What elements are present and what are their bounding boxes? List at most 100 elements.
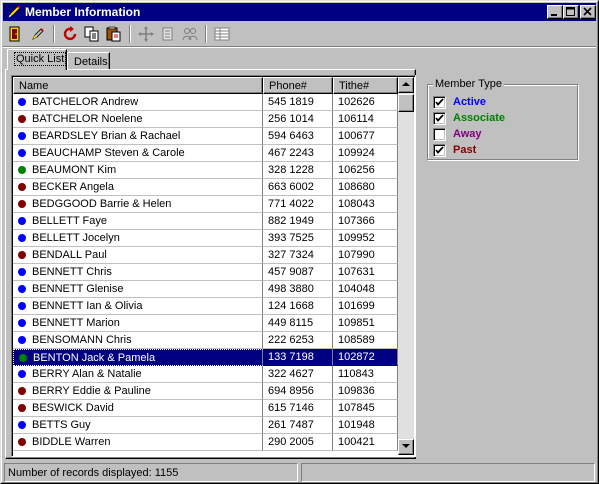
table-row[interactable]: BELLETT Jocelyn 393 7525 109952: [13, 230, 398, 247]
member-name: BETTS Guy: [32, 419, 91, 431]
cell-name: BEAUMONT Kim: [13, 162, 263, 179]
column-header-name[interactable]: Name: [13, 77, 263, 94]
column-header-phone[interactable]: Phone#: [263, 77, 333, 94]
grid-header: Name Phone# Tithe#: [13, 77, 398, 94]
cell-name: BEARDSLEY Brian & Rachael: [13, 128, 263, 145]
table-row[interactable]: BENTON Jack & Pamela 133 7198 102872: [13, 349, 398, 366]
member-type-label: Associate: [453, 112, 505, 124]
title-bar[interactable]: Member Information: [3, 3, 596, 21]
paste-icon: [106, 26, 121, 42]
member-name: BATCHELOR Andrew: [32, 96, 139, 108]
table-row[interactable]: BELLETT Faye 882 1949 107366: [13, 213, 398, 230]
cell-tithe: 107631: [333, 264, 398, 281]
cell-tithe: 107990: [333, 247, 398, 264]
minimize-button[interactable]: [547, 5, 563, 19]
cell-tithe: 106114: [333, 111, 398, 128]
member-name: BENNETT Ian & Olivia: [32, 300, 143, 312]
refresh-button[interactable]: [59, 23, 81, 45]
table-row[interactable]: BENNETT Ian & Olivia 124 1668 101699: [13, 298, 398, 315]
maximize-button[interactable]: [563, 5, 579, 19]
scroll-down-button[interactable]: [398, 439, 414, 455]
table-row[interactable]: BEDGGOOD Barrie & Helen 771 4022 108043: [13, 196, 398, 213]
member-type-dot-icon: [18, 149, 26, 157]
table-row[interactable]: BERRY Eddie & Pauline 694 8956 109836: [13, 383, 398, 400]
checkbox[interactable]: [433, 112, 446, 125]
paste-button[interactable]: [103, 23, 125, 45]
grid-icon: [214, 27, 230, 41]
close-button[interactable]: [580, 5, 596, 19]
table-row[interactable]: BECKER Angela 663 6002 108680: [13, 179, 398, 196]
tab-quick-list[interactable]: Quick List: [7, 49, 67, 70]
cell-tithe: 100421: [333, 434, 398, 451]
grid-body: BATCHELOR Andrew 545 1819 102626 BATCHELOR …: [13, 94, 398, 456]
member-list-grid[interactable]: Name Phone# Tithe# BATCHELOR Andrew 545 1…: [11, 75, 416, 457]
member-type-dot-icon: [18, 387, 26, 395]
cell-tithe: 107366: [333, 213, 398, 230]
member-type-dot-icon: [19, 354, 27, 362]
edit-pen-icon: [32, 28, 44, 40]
member-name: BENSOMANN Chris: [32, 334, 132, 346]
checkbox[interactable]: [433, 128, 446, 141]
toolbar: [3, 22, 596, 46]
table-row[interactable]: BENNETT Marion 449 8115 109851: [13, 315, 398, 332]
table-row[interactable]: BEAUCHAMP Steven & Carole 467 2243 109924: [13, 145, 398, 162]
scroll-up-button[interactable]: [398, 77, 414, 93]
exit-button[interactable]: [5, 23, 27, 45]
cell-tithe: 104048: [333, 281, 398, 298]
cell-name: BECKER Angela: [13, 179, 263, 196]
toolbar-separator: [53, 25, 55, 43]
table-row[interactable]: BENSOMANN Chris 222 6253 108589: [13, 332, 398, 349]
member-type-dot-icon: [18, 370, 26, 378]
door-exit-icon: [9, 26, 20, 42]
table-row[interactable]: BATCHELOR Noelene 256 1014 106114: [13, 111, 398, 128]
tab-details[interactable]: Details: [67, 52, 110, 69]
checkbox[interactable]: [433, 96, 446, 109]
cell-tithe: 110843: [333, 366, 398, 383]
status-record-count: Number of records displayed: 1155: [4, 463, 298, 482]
member-name: BELLETT Faye: [32, 215, 107, 227]
column-header-tithe[interactable]: Tithe#: [333, 77, 398, 94]
member-type-dot-icon: [18, 421, 26, 429]
table-row[interactable]: BATCHELOR Andrew 545 1819 102626: [13, 94, 398, 111]
close-icon: [583, 7, 592, 16]
scroll-thumb[interactable]: [398, 94, 414, 112]
cell-name: BENNETT Chris: [13, 264, 263, 281]
cell-phone: 290 2005: [263, 434, 333, 451]
member-type-dot-icon: [18, 251, 26, 259]
table-row[interactable]: BEAUMONT Kim 328 1228 106256: [13, 162, 398, 179]
cell-phone: 124 1668: [263, 298, 333, 315]
cell-tithe: 108680: [333, 179, 398, 196]
table-row[interactable]: BIDDLE Warren 290 2005 100421: [13, 434, 398, 451]
document-button[interactable]: [157, 23, 179, 45]
member-type-dot-icon: [18, 132, 26, 140]
copy-icon: [84, 26, 99, 42]
member-type-dot-icon: [18, 166, 26, 174]
cell-name: BENNETT Marion: [13, 315, 263, 332]
table-row[interactable]: BERRY Alan & Natalie 322 4627 110843: [13, 366, 398, 383]
table-row[interactable]: BETTS Guy 261 7487 101948: [13, 417, 398, 434]
table-row[interactable]: BESWICK David 615 7146 107845: [13, 400, 398, 417]
member-name: BENDALL Paul: [32, 249, 107, 261]
checkbox[interactable]: [433, 144, 446, 157]
cell-tithe: 107845: [333, 400, 398, 417]
maximize-icon: [566, 7, 575, 16]
status-secondary-panel: [301, 463, 595, 482]
table-row[interactable]: BEARDSLEY Brian & Rachael 594 6463 100677: [13, 128, 398, 145]
table-row[interactable]: BENDALL Paul 327 7324 107990: [13, 247, 398, 264]
cell-phone: 663 6002: [263, 179, 333, 196]
copy-button[interactable]: [81, 23, 103, 45]
edit-button[interactable]: [27, 23, 49, 45]
table-row[interactable]: BENNETT Chris 457 9087 107631: [13, 264, 398, 281]
member-name: BERRY Alan & Natalie: [32, 368, 142, 380]
table-row[interactable]: BENNETT Glenise 498 3880 104048: [13, 281, 398, 298]
grid-view-button[interactable]: [211, 23, 233, 45]
cell-phone: 457 9087: [263, 264, 333, 281]
member-type-dot-icon: [18, 404, 26, 412]
member-type-dot-icon: [18, 336, 26, 344]
cell-name: BERRY Alan & Natalie: [13, 366, 263, 383]
cell-tithe: 109836: [333, 383, 398, 400]
people-button[interactable]: [179, 23, 201, 45]
move-button[interactable]: [135, 23, 157, 45]
member-name: BEAUMONT Kim: [32, 164, 117, 176]
vertical-scrollbar[interactable]: [398, 77, 414, 455]
